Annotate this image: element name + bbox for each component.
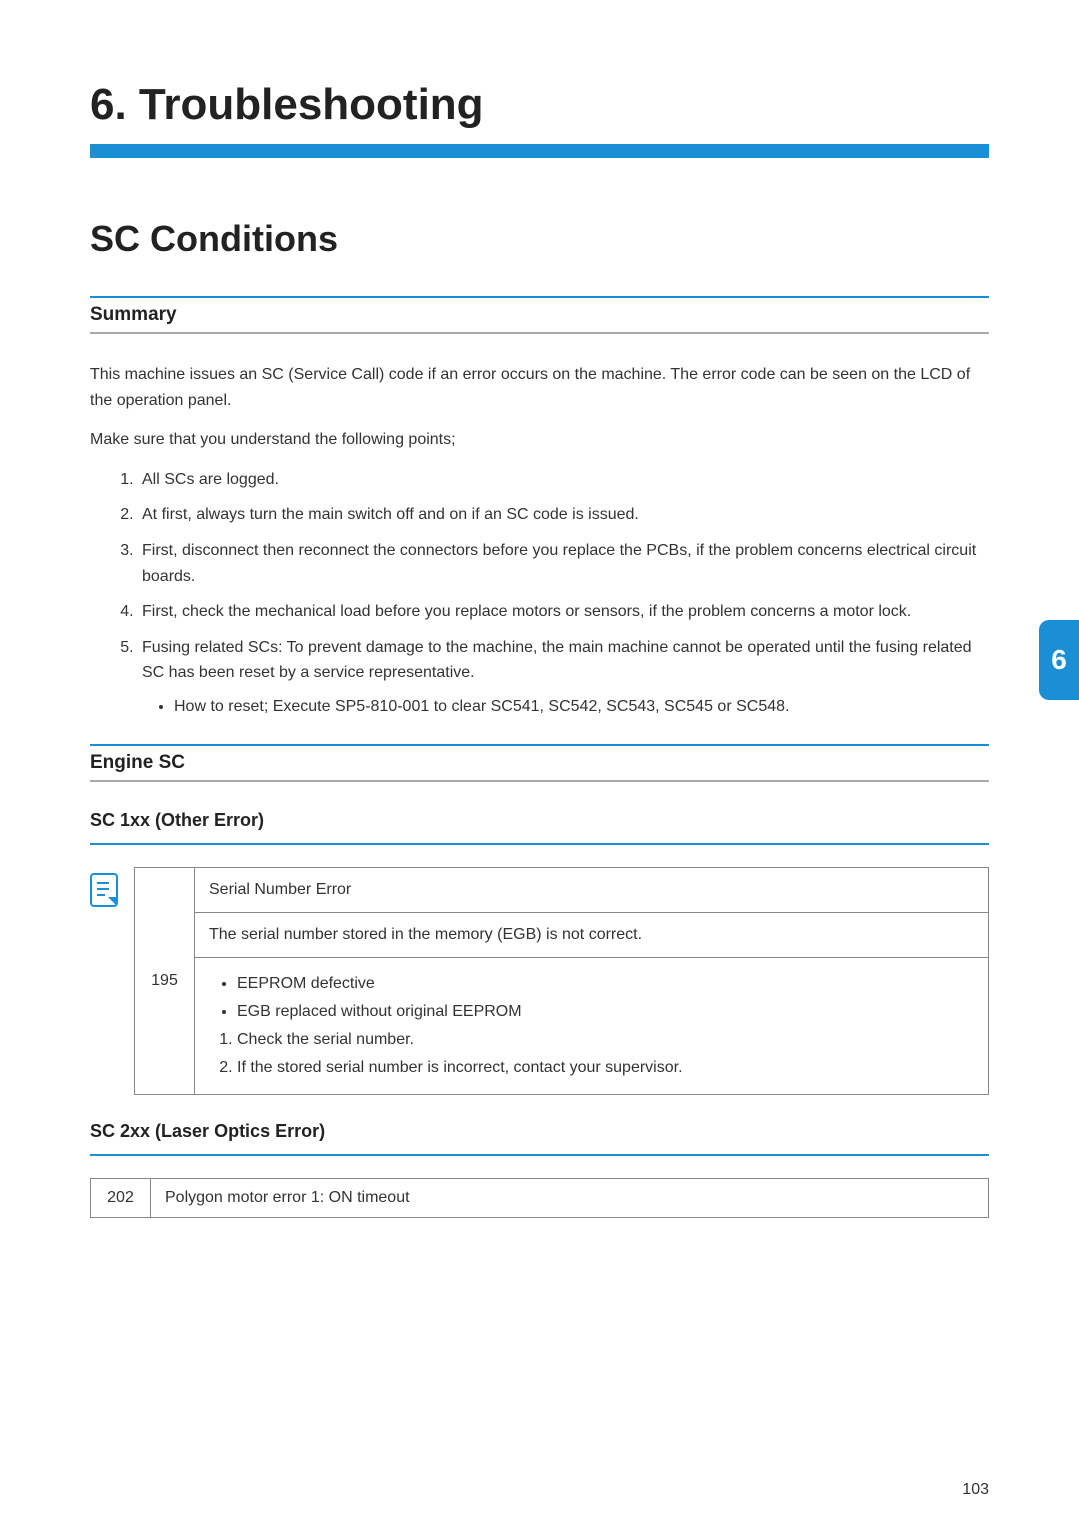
sc195-details-cell: EEPROM defective EGB replaced without or… bbox=[195, 957, 989, 1094]
sc195-bullet-1: EEPROM defective bbox=[237, 972, 974, 996]
sc195-title-cell: Serial Number Error bbox=[195, 867, 989, 912]
summary-list-item-2: At first, always turn the main switch of… bbox=[138, 502, 989, 528]
sc195-table: 195 Serial Number Error The serial numbe… bbox=[134, 867, 989, 1095]
summary-list-item-3: First, disconnect then reconnect the con… bbox=[138, 538, 989, 589]
summary-list-item-1: All SCs are logged. bbox=[138, 467, 989, 493]
summary-list-item-5: Fusing related SCs: To prevent damage to… bbox=[138, 635, 989, 720]
summary-list-item-4: First, check the mechanical load before … bbox=[138, 599, 989, 625]
sc195-desc-cell: The serial number stored in the memory (… bbox=[195, 912, 989, 957]
page-number: 103 bbox=[962, 1481, 989, 1499]
sc195-code-cell: 195 bbox=[135, 867, 195, 1094]
sc2xx-heading: SC 2xx (Laser Optics Error) bbox=[90, 1121, 989, 1148]
summary-paragraph-1: This machine issues an SC (Service Call)… bbox=[90, 362, 989, 413]
note-icon bbox=[90, 873, 118, 907]
summary-heading: Summary bbox=[90, 296, 989, 334]
engine-sc-heading: Engine SC bbox=[90, 744, 989, 782]
sc195-step-2: If the stored serial number is incorrect… bbox=[237, 1056, 974, 1080]
sc195-step-1: Check the serial number. bbox=[237, 1028, 974, 1052]
summary-list: All SCs are logged. At first, always tur… bbox=[90, 467, 989, 720]
sc202-code-cell: 202 bbox=[91, 1178, 151, 1217]
sc195-bullet-2: EGB replaced without original EEPROM bbox=[237, 1000, 974, 1024]
summary-sublist: How to reset; Execute SP5-810-001 to cle… bbox=[142, 694, 989, 720]
summary-sublist-item-1: How to reset; Execute SP5-810-001 to cle… bbox=[174, 694, 989, 720]
section-title: SC Conditions bbox=[90, 218, 989, 260]
sc202-title-cell: Polygon motor error 1: ON timeout bbox=[151, 1178, 989, 1217]
sc1xx-heading: SC 1xx (Other Error) bbox=[90, 810, 989, 837]
sc202-table: 202 Polygon motor error 1: ON timeout bbox=[90, 1178, 989, 1218]
chapter-accent-bar bbox=[90, 144, 989, 158]
chapter-tab: 6 bbox=[1039, 620, 1079, 700]
summary-list-item-5-text: Fusing related SCs: To prevent damage to… bbox=[142, 639, 972, 682]
summary-paragraph-2: Make sure that you understand the follow… bbox=[90, 427, 989, 453]
chapter-title: 6. Troubleshooting bbox=[90, 80, 989, 130]
